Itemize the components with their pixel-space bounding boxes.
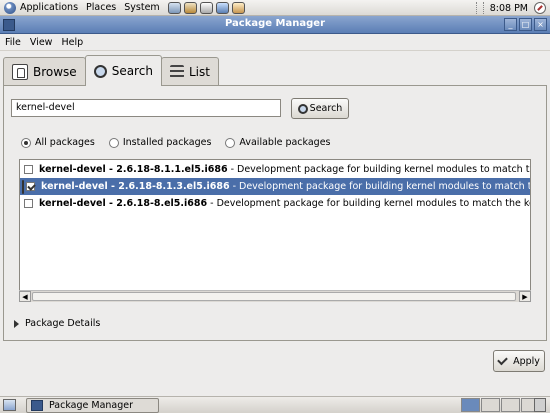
system-menu-label: System (124, 2, 160, 13)
search-button-label: Search (309, 103, 343, 114)
minimize-button[interactable]: _ (504, 18, 517, 31)
panel-launchers (167, 1, 245, 14)
browse-icon (12, 63, 28, 80)
bottom-panel: Package Manager (0, 396, 550, 413)
search-input[interactable]: kernel-devel (11, 99, 281, 117)
package-checkbox[interactable] (24, 165, 33, 174)
window-title: Package Manager (225, 18, 325, 29)
package-name: kernel-devel - 2.6.18-8.1.3.el5.i686 (41, 181, 230, 192)
top-panel: Applications Places System 8:08 PM (0, 0, 550, 16)
menubar: File View Help (0, 34, 550, 51)
tab-search[interactable]: Search (84, 55, 162, 86)
expander-arrow-icon (14, 319, 19, 328)
list-icon (169, 65, 184, 78)
package-details-expander[interactable]: Package Details (14, 318, 100, 329)
panel-handle (475, 2, 484, 14)
checkmark-icon (497, 354, 508, 365)
package-manager-icon (31, 400, 43, 411)
radio-indicator (21, 137, 31, 148)
applications-menu[interactable]: Applications (4, 1, 79, 14)
workspace-1[interactable] (461, 398, 480, 412)
applications-menu-label: Applications (20, 2, 79, 13)
tab-browse[interactable]: Browse (3, 57, 86, 85)
tab-list-label: List (188, 64, 210, 79)
apply-button[interactable]: Apply (493, 350, 545, 372)
package-checkbox[interactable] (24, 199, 33, 208)
package-description: - Development package for building kerne… (232, 181, 530, 192)
network-icon[interactable] (231, 1, 245, 14)
package-description: - Development package for building kerne… (230, 164, 530, 175)
taskbar-button-package-manager[interactable]: Package Manager (26, 398, 159, 413)
menu-view[interactable]: View (30, 37, 53, 48)
taskbar-button-label: Package Manager (49, 400, 134, 411)
install-action-icon (22, 179, 24, 194)
package-list[interactable]: kernel-devel - 2.6.18-8.1.1.el5.i686 - D… (19, 159, 531, 301)
package-details-label: Package Details (25, 318, 101, 329)
menu-file[interactable]: File (5, 37, 21, 48)
search-button-icon (297, 103, 308, 114)
workspace-3[interactable] (501, 398, 520, 412)
tab-search-label: Search (111, 64, 153, 78)
package-description: - Development package for building kerne… (210, 198, 531, 209)
radio-indicator (225, 137, 236, 148)
system-menu[interactable]: System (124, 2, 159, 13)
list-item[interactable]: kernel-devel - 2.6.18-8.1.3.el5.i686 - D… (20, 178, 530, 195)
workspace-2[interactable] (481, 398, 500, 412)
window-titlebar[interactable]: Package Manager _ □ × (0, 16, 550, 34)
scrollbar-thumb[interactable] (32, 292, 516, 301)
package-filter-group: All packages Installed packages Availabl… (21, 137, 331, 148)
scroll-right-button[interactable]: ▶ (519, 291, 531, 302)
browser-icon[interactable] (167, 1, 181, 14)
package-name: kernel-devel - 2.6.18-8.1.1.el5.i686 (39, 164, 228, 175)
scroll-left-button[interactable]: ◀ (19, 291, 31, 302)
clock[interactable]: 8:08 PM (490, 3, 528, 14)
trash-icon[interactable] (534, 398, 546, 412)
tab-browse-label: Browse (33, 64, 77, 79)
email-icon[interactable] (183, 1, 197, 14)
radio-available-label: Available packages (239, 137, 331, 148)
list-item[interactable]: kernel-devel - 2.6.18-8.el5.i686 - Devel… (20, 195, 531, 212)
horizontal-scrollbar[interactable]: ◀ ▶ (19, 290, 531, 302)
close-button[interactable]: × (534, 18, 547, 31)
search-icon (93, 64, 107, 78)
tab-list[interactable]: List (160, 57, 219, 85)
radio-indicator (108, 137, 119, 148)
list-item[interactable]: kernel-devel - 2.6.18-8.1.1.el5.i686 - D… (20, 161, 530, 178)
maximize-button[interactable]: □ (519, 18, 532, 31)
radio-all-packages[interactable]: All packages (21, 137, 95, 148)
workspace-switcher (461, 398, 540, 412)
text-editor-icon[interactable] (215, 1, 229, 14)
radio-available-packages[interactable]: Available packages (225, 137, 331, 148)
radio-installed-label: Installed packages (122, 137, 212, 148)
apply-button-label: Apply (513, 355, 540, 367)
places-menu-label: Places (86, 2, 117, 13)
radio-all-label: All packages (35, 137, 95, 148)
radio-installed-packages[interactable]: Installed packages (108, 137, 212, 148)
places-menu[interactable]: Places (86, 2, 116, 13)
package-checkbox[interactable] (26, 182, 35, 191)
menu-help[interactable]: Help (61, 37, 83, 48)
gnome-foot-icon (4, 1, 16, 14)
show-desktop-icon[interactable] (3, 399, 16, 411)
search-button[interactable]: Search (291, 98, 349, 119)
volume-icon[interactable] (534, 2, 546, 14)
notes-icon[interactable] (199, 1, 213, 14)
package-name: kernel-devel - 2.6.18-8.el5.i686 (39, 198, 208, 209)
tab-bar: Browse Search List (3, 55, 219, 86)
